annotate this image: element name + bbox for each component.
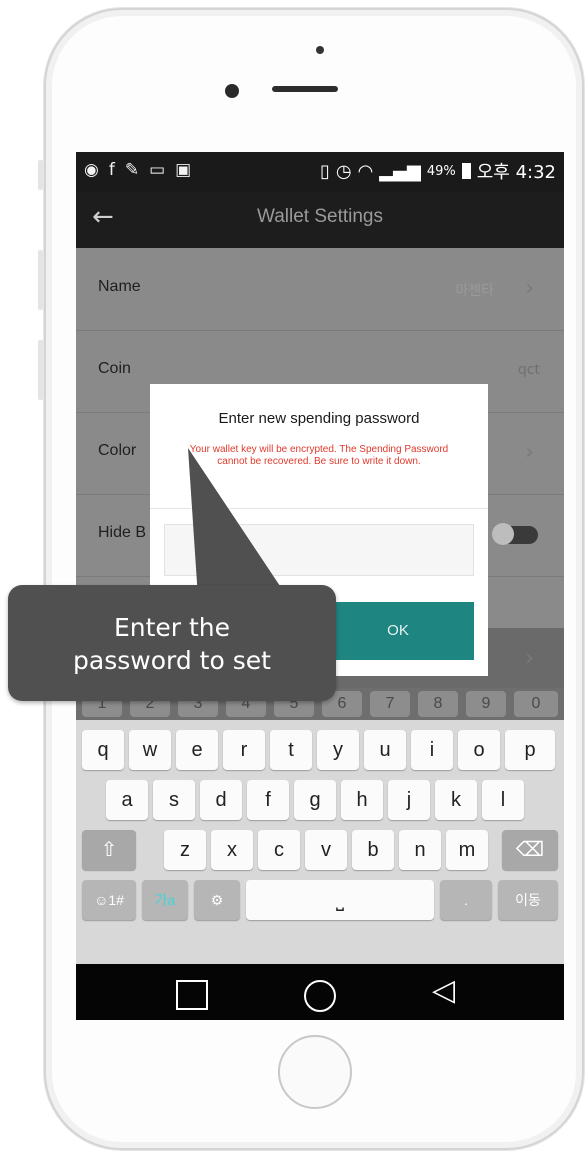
callout-text: Enter the password to set: [8, 611, 336, 677]
callout-line-1: Enter the: [113, 613, 231, 642]
callout-pointer: [188, 448, 288, 598]
instruction-callout: Enter the password to set: [8, 585, 336, 701]
callout-line-2: password to set: [73, 646, 271, 675]
